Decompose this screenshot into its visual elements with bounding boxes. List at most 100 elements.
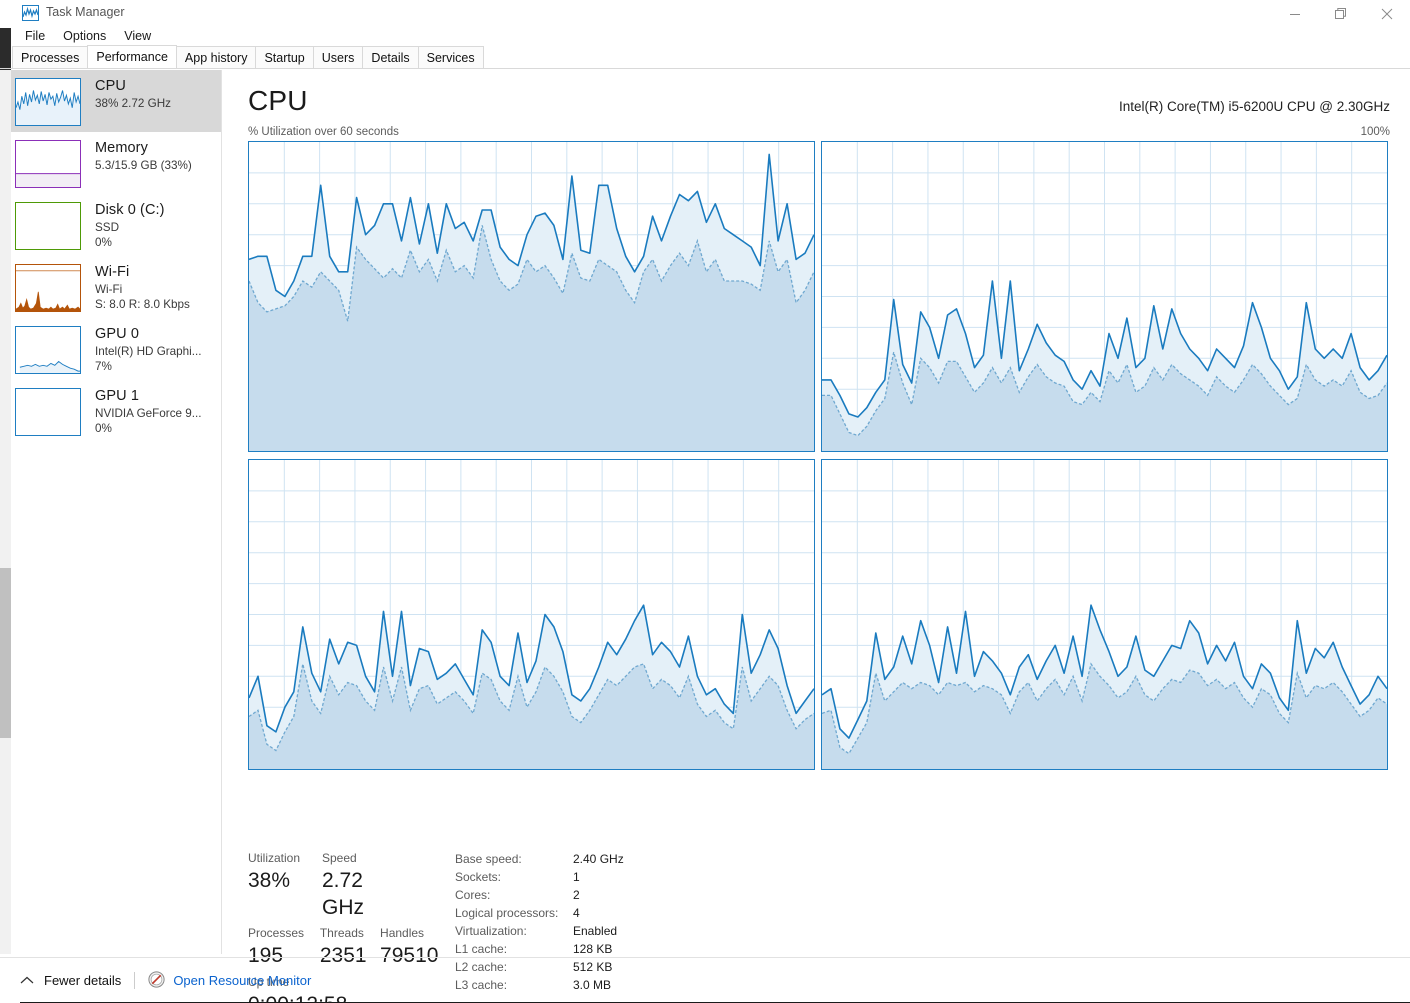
stat-sockets-label: Sockets: (455, 870, 502, 884)
performance-detail-pane: CPU Intel(R) Core(TM) i5-6200U CPU @ 2.3… (222, 70, 1410, 1003)
sidebar-scrollbar-track[interactable] (0, 70, 11, 954)
task-manager-icon (22, 4, 39, 21)
sidebar-item-wifi[interactable]: Wi-Fi Wi-Fi S: 8.0 R: 8.0 Kbps (11, 256, 221, 318)
cpu-graph-core-2[interactable] (248, 459, 815, 770)
sidebar-item-cpu[interactable]: CPU 38% 2.72 GHz (11, 70, 221, 132)
sidebar-item-disk-0-sub2: 0% (95, 236, 112, 249)
sidebar-item-gpu-1[interactable]: GPU 1 NVIDIA GeForce 9... 0% (11, 380, 221, 442)
task-manager-window: Task Manager File Options View Processes… (0, 0, 1410, 1003)
title-bar: Task Manager (0, 0, 1410, 28)
sidebar-item-cpu-text: CPU 38% 2.72 GHz (95, 76, 171, 111)
cpu-thumbnail-graph (15, 78, 81, 126)
sidebar-item-disk-0-title: Disk 0 (C:) (95, 202, 165, 218)
stat-utilization-value: 38% (248, 869, 291, 892)
sidebar-item-gpu-1-sub2: 0% (95, 422, 112, 435)
sidebar-item-gpu-1-title: GPU 1 (95, 388, 140, 404)
sidebar-item-disk-0[interactable]: Disk 0 (C:) SSD 0% (11, 194, 221, 256)
sidebar-item-cpu-sub1: 38% 2.72 GHz (95, 97, 172, 110)
minimize-button[interactable] (1272, 0, 1318, 28)
menu-bar: File Options View (0, 26, 1410, 46)
stat-base-speed: Base speed: 2.40 GHz (455, 850, 624, 868)
stat-virtualization-value: Enabled (573, 924, 618, 938)
resource-monitor-label: Open Resource Monitor (173, 973, 312, 988)
chart-y-axis-max-label: 100% (1360, 126, 1390, 138)
wifi-thumbnail-graph (15, 264, 81, 312)
cpu-graph-core-3[interactable] (821, 459, 1388, 770)
chart-x-axis-label: % Utilization over 60 seconds (248, 126, 399, 138)
sidebar-item-wifi-text: Wi-Fi Wi-Fi S: 8.0 R: 8.0 Kbps (95, 262, 190, 312)
stat-l1-cache-value: 128 KB (573, 942, 613, 956)
sidebar-item-wifi-sub2: S: 8.0 R: 8.0 Kbps (95, 298, 190, 311)
stat-threads-label: Threads (319, 926, 364, 940)
disk-thumbnail-graph (15, 202, 81, 250)
sidebar-item-memory-sub1: 5.3/15.9 GB (33%) (95, 159, 192, 172)
cpu-statistics: Utilization Speed 38% 2.72 GHz Processes… (248, 850, 1388, 1003)
resource-sidebar: CPU 38% 2.72 GHz Memory 5.3/15.9 GB (33%… (11, 70, 221, 954)
stat-utilization: Utilization (248, 850, 322, 867)
cpu-graph-core-1[interactable] (821, 141, 1388, 452)
gpu-0-thumbnail-graph (15, 326, 81, 374)
sidebar-item-disk-0-text: Disk 0 (C:) SSD 0% (95, 200, 165, 250)
close-button[interactable] (1364, 0, 1410, 28)
cpu-stats-row-2: Processes Threads Handles (248, 925, 448, 942)
menu-options[interactable]: Options (54, 27, 115, 46)
sidebar-item-cpu-title: CPU (95, 78, 126, 94)
cpu-stats-row-1: Utilization Speed (248, 850, 448, 867)
stat-processes-label: Processes (248, 926, 305, 940)
stat-sockets-value: 1 (573, 870, 580, 884)
stat-speed-label: Speed (322, 851, 357, 865)
stat-cores: Cores: 2 (455, 886, 624, 904)
tab-processes[interactable]: Processes (12, 46, 89, 68)
sidebar-item-gpu-0-title: GPU 0 (95, 326, 140, 342)
sidebar-item-wifi-sub1: Wi-Fi (95, 283, 123, 296)
stat-logical-processors-value: 4 (573, 906, 580, 920)
stat-cores-value: 2 (573, 888, 580, 902)
stat-logical-processors: Logical processors: 4 (455, 904, 624, 922)
status-bar-separator (134, 972, 136, 989)
cpu-graph-core-0[interactable] (248, 141, 815, 452)
tab-strip: Processes Performance App history Startu… (0, 45, 1410, 69)
gpu-1-thumbnail-graph (15, 388, 81, 436)
tab-app-history[interactable]: App history (175, 46, 257, 68)
sidebar-item-gpu-0[interactable]: GPU 0 Intel(R) HD Graphi... 7% (11, 318, 221, 380)
tab-details[interactable]: Details (362, 46, 419, 68)
stat-speed-value: 2.72 GHz (322, 869, 364, 919)
maximize-button[interactable] (1318, 0, 1364, 28)
stat-l1-cache: L1 cache: 128 KB (455, 940, 624, 958)
title-bar-left: Task Manager (22, 4, 125, 21)
sidebar-item-gpu-1-text: GPU 1 NVIDIA GeForce 9... 0% (95, 386, 202, 436)
sidebar-item-gpu-1-sub1: NVIDIA GeForce 9... (95, 407, 202, 420)
stat-virtualization: Virtualization: Enabled (455, 922, 624, 940)
tab-startup[interactable]: Startup (255, 46, 314, 68)
sidebar-item-disk-0-sub1: SSD (95, 221, 120, 234)
tab-performance[interactable]: Performance (87, 45, 177, 68)
chevron-up-icon (20, 973, 34, 988)
stat-utilization-label: Utilization (248, 851, 301, 865)
stat-handles-label: Handles (380, 926, 425, 940)
sidebar-item-gpu-0-text: GPU 0 Intel(R) HD Graphi... 7% (95, 324, 202, 374)
sidebar-item-memory-text: Memory 5.3/15.9 GB (33%) (95, 138, 192, 173)
resource-monitor-icon (148, 970, 165, 991)
menu-view[interactable]: View (115, 27, 160, 46)
cpu-model-label: Intel(R) Core(TM) i5-6200U CPU @ 2.30GHz (1118, 99, 1390, 114)
stat-cores-label: Cores: (455, 888, 491, 902)
stat-logical-processors-label: Logical processors: (455, 906, 559, 920)
open-resource-monitor-link[interactable]: Open Resource Monitor (148, 970, 312, 991)
fewer-details-button[interactable]: Fewer details (20, 973, 121, 988)
tab-users[interactable]: Users (312, 46, 364, 68)
fewer-details-label: Fewer details (44, 973, 122, 988)
sidebar-item-memory-title: Memory (95, 140, 148, 156)
status-bar: Fewer details Open Resource Monitor (0, 957, 1410, 1003)
menu-file[interactable]: File (16, 27, 54, 46)
tab-services[interactable]: Services (417, 46, 484, 68)
sidebar-item-wifi-title: Wi-Fi (95, 264, 130, 280)
stat-base-speed-value: 2.40 GHz (573, 852, 624, 866)
stat-speed: Speed (322, 850, 384, 867)
sidebar-scrollbar-thumb[interactable] (0, 568, 11, 738)
window-controls (1272, 0, 1410, 28)
logical-processor-graph-grid (248, 141, 1388, 835)
sidebar-item-memory[interactable]: Memory 5.3/15.9 GB (33%) (11, 132, 221, 194)
page-title: CPU (248, 85, 308, 116)
sidebar-item-gpu-0-sub1: Intel(R) HD Graphi... (95, 345, 202, 358)
memory-thumbnail-graph (15, 140, 81, 188)
